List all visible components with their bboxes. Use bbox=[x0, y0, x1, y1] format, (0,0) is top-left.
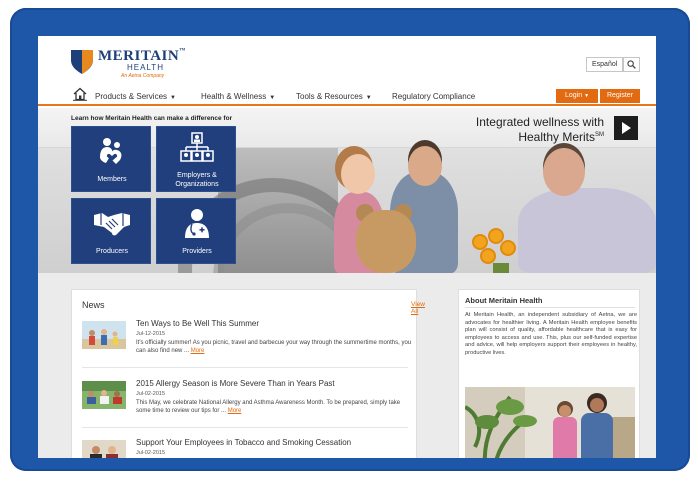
news-item: Support Your Employees in Tobacco and Sm… bbox=[82, 438, 414, 458]
tile-label: Providers bbox=[182, 248, 212, 255]
chevron-down-icon: ▼ bbox=[269, 95, 276, 101]
divider bbox=[82, 367, 408, 368]
chevron-down-icon: ▼ bbox=[365, 95, 372, 101]
about-text: At Meritain Health, an independent subsi… bbox=[465, 312, 637, 356]
sunflower bbox=[474, 236, 486, 248]
news-date: Jul-12-2015 bbox=[136, 331, 166, 337]
sunflower bbox=[490, 230, 502, 242]
sunflower bbox=[502, 242, 514, 254]
tile-label: Employers & Organizations bbox=[175, 172, 219, 188]
more-link[interactable]: More bbox=[191, 348, 205, 354]
news-item: 2015 Allergy Season is More Severe Than … bbox=[82, 379, 414, 434]
nav-regulatory-compliance[interactable]: Regulatory Compliance bbox=[392, 92, 475, 101]
site-header: MERITAIN™ HEALTH An Aetna Company Españo… bbox=[38, 36, 656, 86]
about-title: About Meritain Health bbox=[465, 296, 543, 305]
news-title: News bbox=[82, 300, 105, 310]
hero-headline[interactable]: Integrated wellness with Healthy MeritsS… bbox=[418, 116, 604, 144]
shield-logo-icon bbox=[71, 50, 93, 74]
nav-health-wellness[interactable]: Health & Wellness ▼ bbox=[201, 92, 275, 101]
play-button[interactable] bbox=[614, 116, 638, 140]
hero-girl-head bbox=[341, 154, 375, 194]
news-headline[interactable]: Support Your Employees in Tobacco and Sm… bbox=[136, 438, 351, 447]
chevron-down-icon: ▼ bbox=[170, 95, 176, 101]
handshake-icon bbox=[94, 213, 130, 236]
news-date: Jul-02-2015 bbox=[136, 391, 166, 397]
language-button[interactable]: Español bbox=[586, 57, 624, 72]
news-headline[interactable]: 2015 Allergy Season is More Severe Than … bbox=[136, 379, 335, 388]
more-link[interactable]: More bbox=[228, 408, 242, 414]
chevron-down-icon: ▼ bbox=[584, 93, 590, 99]
search-icon bbox=[627, 60, 636, 69]
nav-tools-resources[interactable]: Tools & Resources ▼ bbox=[296, 92, 372, 101]
hero-banner: Learn how Meritain Health can make a dif… bbox=[38, 108, 656, 273]
sunflower bbox=[482, 250, 494, 262]
divider bbox=[465, 307, 635, 308]
meritain-logo[interactable]: MERITAIN™ HEALTH An Aetna Company bbox=[71, 48, 191, 80]
news-thumbnail bbox=[82, 440, 126, 458]
main-navigation: Products & Services ▼ Health & Wellness ▼ … bbox=[38, 86, 656, 106]
browser-viewport: MERITAIN™ HEALTH An Aetna Company Españo… bbox=[38, 36, 656, 458]
news-panel: News View All Ten Ways to Be Well This S… bbox=[71, 289, 425, 458]
about-panel: About Meritain Health At Meritain Health… bbox=[458, 289, 640, 458]
hero-father-head bbox=[408, 146, 442, 186]
news-item: Ten Ways to Be Well This Summer Jul-12-2… bbox=[82, 319, 414, 374]
register-button[interactable]: Register bbox=[600, 89, 640, 103]
doctor-icon bbox=[185, 209, 209, 238]
nav-products-services[interactable]: Products & Services ▼ bbox=[95, 92, 176, 101]
tile-producers[interactable]: Producers bbox=[71, 198, 151, 264]
tile-members[interactable]: Members bbox=[71, 126, 151, 192]
login-button[interactable]: Login ▼ bbox=[556, 89, 598, 103]
tile-label: Members bbox=[97, 176, 127, 183]
members-icon bbox=[100, 138, 122, 164]
tile-employers-organizations[interactable]: Employers & Organizations bbox=[156, 126, 236, 192]
hero-caption: Learn how Meritain Health can make a dif… bbox=[71, 115, 233, 122]
content-area: News View All Ten Ways to Be Well This S… bbox=[38, 273, 656, 458]
news-thumbnail bbox=[82, 321, 126, 349]
view-all-link[interactable]: View All bbox=[411, 301, 425, 315]
play-icon bbox=[622, 122, 631, 134]
hero-doctor-figure bbox=[518, 188, 656, 273]
teddy-bear bbox=[356, 210, 416, 273]
org-chart-icon bbox=[180, 132, 214, 162]
hero-doctor-head bbox=[543, 148, 585, 196]
news-thumbnail bbox=[82, 381, 126, 409]
news-headline[interactable]: Ten Ways to Be Well This Summer bbox=[136, 319, 259, 328]
search-button[interactable] bbox=[623, 57, 640, 72]
logo-subtitle: HEALTH bbox=[127, 63, 164, 72]
tile-providers[interactable]: Providers bbox=[156, 198, 236, 264]
tile-label: Producers bbox=[96, 248, 128, 255]
news-excerpt: This May, we celebrate National Allergy … bbox=[136, 400, 401, 414]
news-date: Jul-02-2015 bbox=[136, 450, 166, 456]
logo-tagline: An Aetna Company bbox=[121, 73, 165, 79]
home-icon[interactable] bbox=[73, 87, 87, 101]
flower-vase bbox=[493, 263, 509, 273]
news-excerpt: It's officially summer! As you picnic, t… bbox=[136, 340, 412, 354]
about-photo bbox=[465, 387, 635, 458]
divider bbox=[82, 427, 408, 428]
